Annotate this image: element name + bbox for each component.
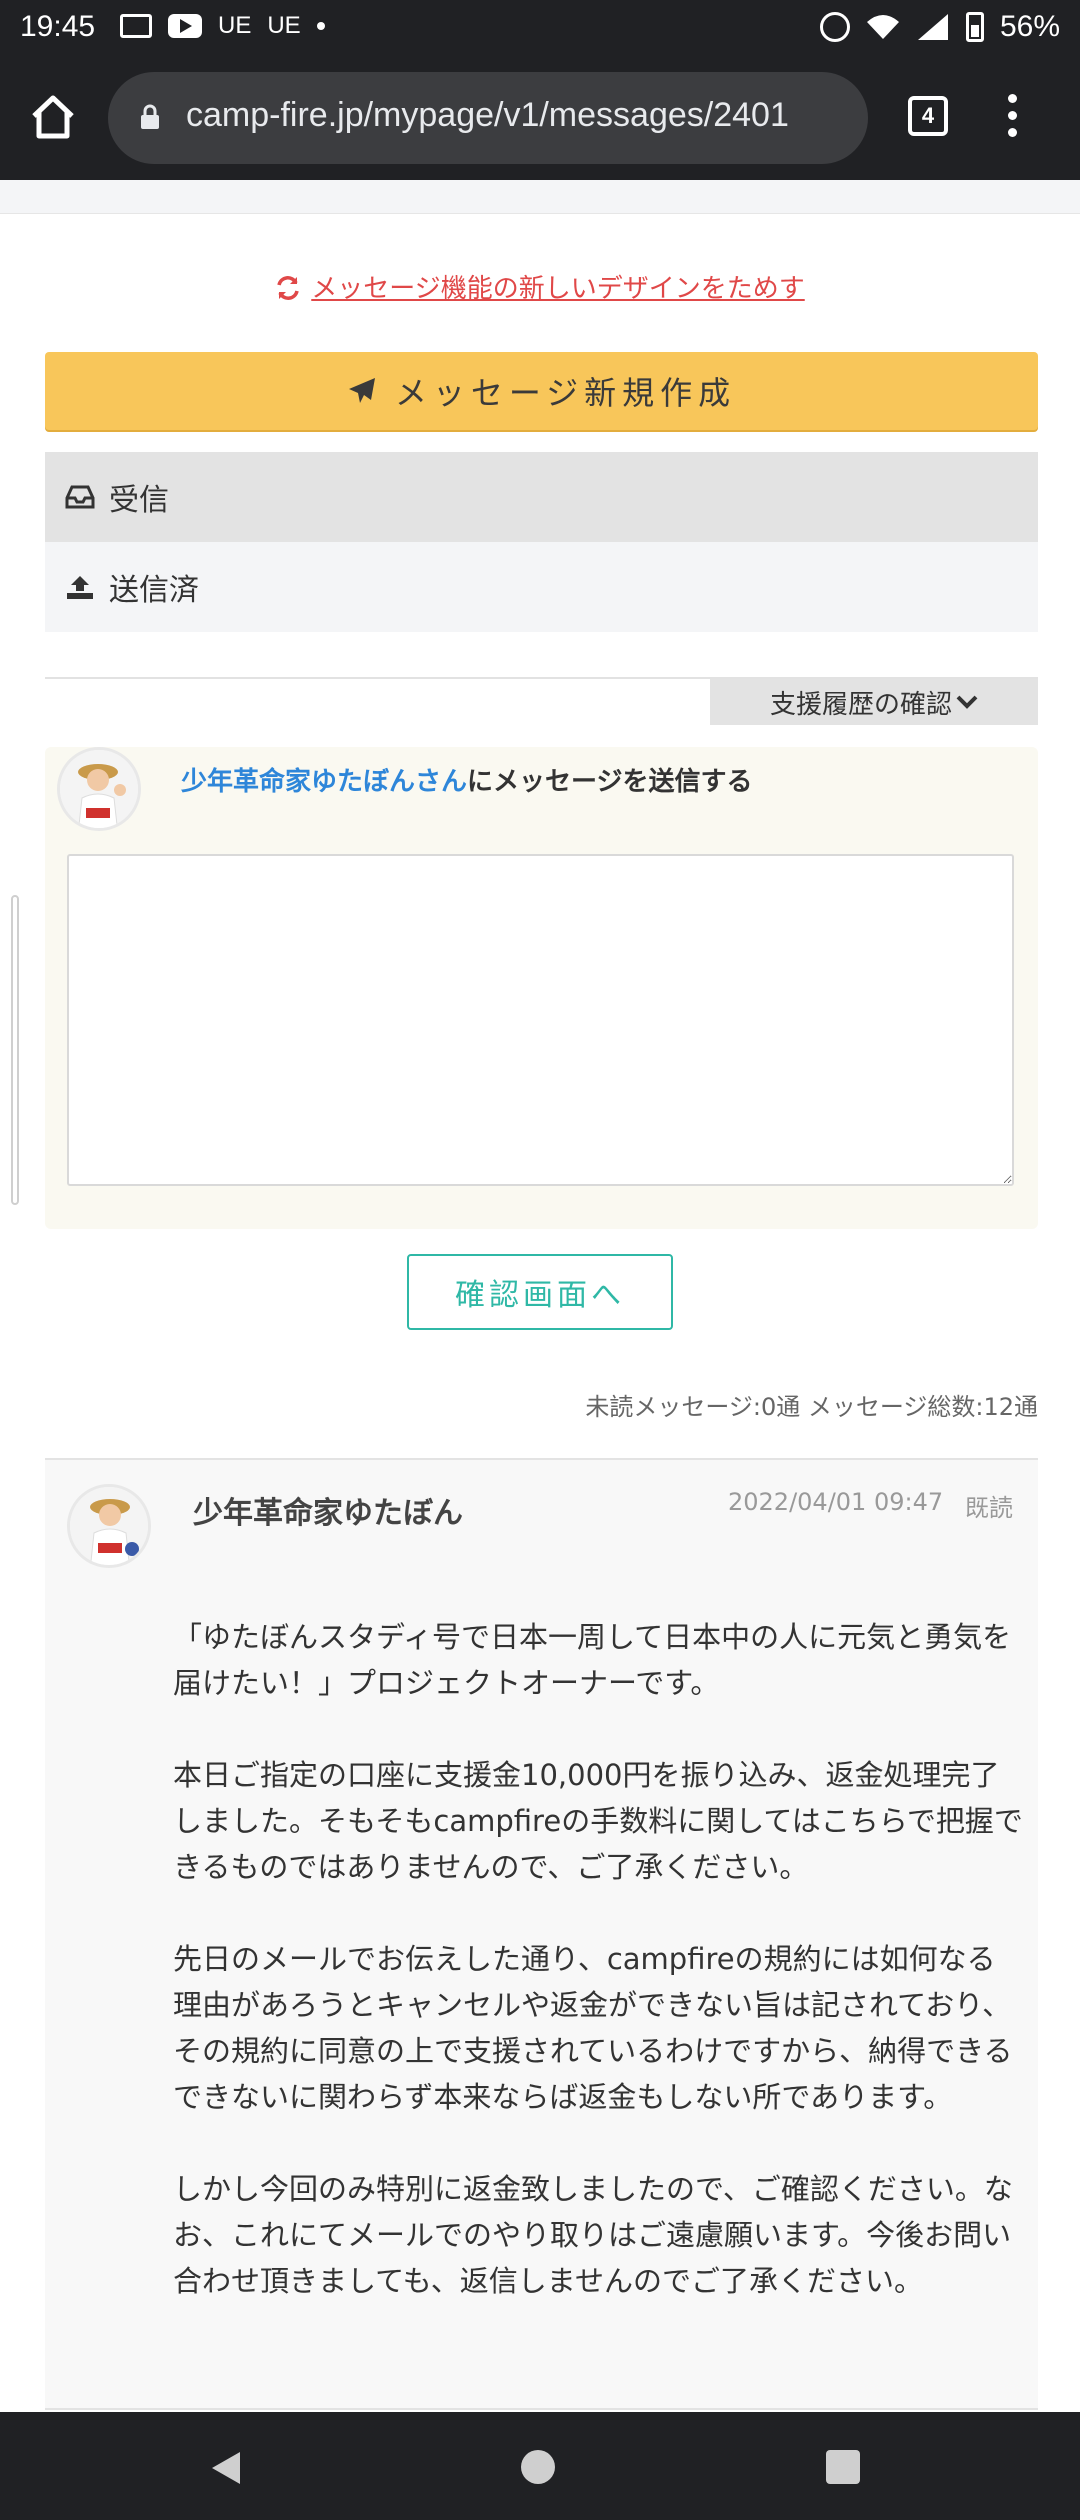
message-paragraph: しかし今回のみ特別に返金致しましたので、ご確認ください。なお、これにてメールでの… — [173, 2172, 1013, 2298]
status-right-icons: 56% — [819, 10, 1060, 44]
status-bar: 19:45 UE UE 56% — [0, 0, 1080, 56]
nav-sent-label: 送信済 — [109, 573, 199, 608]
browser-toolbar: camp-fire.jp/mypage/v1/messages/2401 4 — [0, 56, 1080, 180]
support-history-label: 支援履歴の確認 — [769, 689, 952, 720]
scrollbar[interactable] — [11, 895, 19, 1205]
status-left-icons: UE UE — [120, 12, 325, 40]
ue-label-1: UE — [218, 12, 252, 39]
system-nav-bar — [0, 2412, 1080, 2520]
wifi-icon — [866, 15, 899, 39]
nav-item-inbox[interactable]: 受信 — [45, 452, 1038, 542]
reply-heading: 少年革命家ゆたぼんさんにメッセージを送信する — [181, 761, 753, 798]
avatar — [57, 747, 141, 831]
back-icon[interactable] — [206, 2448, 246, 2488]
url-text[interactable]: camp-fire.jp/mypage/v1/messages/2401 — [186, 96, 856, 135]
home-button-icon[interactable] — [521, 2450, 555, 2484]
try-new-design-link[interactable]: メッセージ機能の新しいデザインをためす — [0, 268, 1080, 305]
tab-switcher-button[interactable]: 4 — [908, 96, 948, 136]
message-date: 2022/04/01 09:47 — [728, 1488, 944, 1516]
message-textarea[interactable] — [67, 854, 1014, 1186]
chevron-down-icon — [956, 695, 978, 709]
reply-heading-suffix: にメッセージを送信する — [467, 767, 753, 797]
message-sender: 少年革命家ゆたぼん — [193, 1496, 463, 1531]
alarm-icon — [819, 12, 850, 42]
compose-message-button[interactable]: メッセージ新規作成 — [45, 352, 1038, 430]
notification-dot-icon — [316, 22, 325, 30]
sender-avatar-image — [70, 1487, 148, 1565]
message-paragraph: 先日のメールでお伝えした通り、campfireの規約には如何なる理由があろうとキ… — [173, 1942, 1013, 2114]
ue-label-2: UE — [267, 12, 301, 39]
photo-icon — [120, 14, 152, 38]
address-bar[interactable]: camp-fire.jp/mypage/v1/messages/2401 — [108, 72, 868, 164]
nav-item-sent[interactable]: 送信済 — [45, 542, 1038, 632]
sender-avatar — [67, 1484, 151, 1568]
upload-icon — [67, 576, 93, 599]
message-paragraph: 本日ご指定の口座に支援金10,000円を振り込み、返金処理完了しました。そもそも… — [173, 1758, 1023, 1884]
confirm-screen-button[interactable]: 確認画面へ — [407, 1254, 673, 1330]
refresh-icon — [277, 276, 299, 300]
avatar-image — [60, 750, 138, 828]
home-icon[interactable] — [28, 92, 78, 142]
message-body: 「ゆたぼんスタディ号で日本一周して日本中の人に元気と勇気を届けたい！」プロジェク… — [173, 1614, 1023, 2350]
nav-inbox-label: 受信 — [109, 483, 169, 518]
battery-percent: 56% — [999, 10, 1060, 43]
reply-form: 少年革命家ゆたぼんさんにメッセージを送信する — [45, 747, 1038, 1229]
more-menu-icon[interactable] — [1006, 94, 1018, 140]
message-paragraph: 「ゆたぼんスタディ号で日本一周して日本中の人に元気と勇気を届けたい！」プロジェク… — [173, 1620, 1012, 1700]
read-status: 既読 — [965, 1494, 1013, 1522]
compose-button-label: メッセージ新規作成 — [394, 374, 737, 412]
battery-icon — [965, 12, 984, 42]
recent-apps-icon[interactable] — [826, 2450, 860, 2484]
lock-icon — [141, 104, 159, 129]
support-history-toggle[interactable]: 支援履歴の確認 — [710, 679, 1038, 725]
inbox-tray-icon — [65, 485, 95, 509]
message-item: 少年革命家ゆたぼん 2022/04/01 09:47 既読 「ゆたぼんスタディ号… — [45, 1458, 1038, 2410]
signal-icon — [917, 14, 948, 40]
paper-plane-icon — [348, 378, 375, 403]
status-time: 19:45 — [20, 10, 96, 43]
youtube-icon — [168, 14, 202, 38]
message-counts: 未読メッセージ:0通 メッセージ総数:12通 — [585, 1393, 1038, 1421]
recipient-name-link[interactable]: 少年革命家ゆたぼんさん — [181, 767, 467, 797]
mailbox-nav: 受信 送信済 — [45, 452, 1038, 632]
try-new-design-label[interactable]: メッセージ機能の新しいデザインをためす — [311, 274, 804, 304]
page-top-strip — [0, 180, 1080, 214]
